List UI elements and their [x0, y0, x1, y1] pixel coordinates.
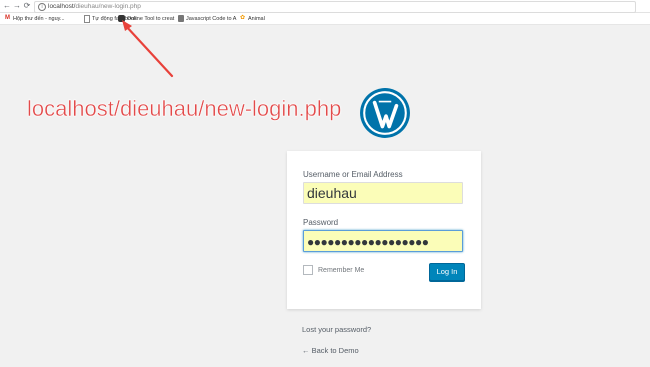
wordpress-logo-icon[interactable]: [359, 87, 411, 139]
back-to-site-link[interactable]: ← Back to Demo: [302, 346, 359, 355]
remember-me-row: Remember Me: [303, 265, 364, 275]
lost-password-link[interactable]: Lost your password?: [302, 325, 371, 334]
password-input[interactable]: ●●●●●●●●●●●●●●●●●●: [303, 230, 463, 252]
username-input[interactable]: dieuhau: [303, 182, 463, 204]
login-form: Username or Email Address dieuhau Passwo…: [287, 151, 481, 309]
password-label: Password: [303, 218, 339, 227]
remember-me-label[interactable]: Remember Me: [318, 267, 364, 274]
login-button[interactable]: Log In: [429, 263, 465, 281]
username-label: Username or Email Address: [303, 170, 403, 179]
password-value: ●●●●●●●●●●●●●●●●●●: [307, 235, 429, 249]
annotation-caption: localhost/dieuhau/new-login.php: [27, 96, 342, 121]
remember-me-checkbox[interactable]: [303, 265, 313, 275]
